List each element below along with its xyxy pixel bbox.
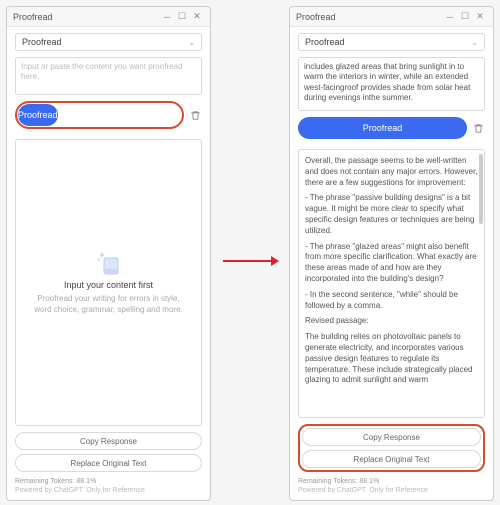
input-textarea[interactable]: Input or paste the content you want proo…: [15, 57, 202, 95]
proofread-button[interactable]: Proofread: [18, 104, 58, 126]
tokens-label: Remaining Tokens: 88.1%: [298, 478, 485, 485]
copy-response-button[interactable]: Copy Response: [15, 432, 202, 450]
highlight-box: Copy Response Replace Original Text: [298, 424, 485, 472]
output-line: - The phrase "passive building designs" …: [305, 193, 478, 236]
titlebar: Proofread ─ ☐ ✕: [7, 7, 210, 27]
powered-label: Powered by ChatGPT. Only for Reference: [15, 487, 202, 494]
titlebar: Proofread ─ ☐ ✕: [290, 7, 493, 27]
panel-after: Proofread ─ ☐ ✕ Proofread ⌄ includes gla…: [289, 6, 494, 501]
input-text: includes glazed areas that bring sunligh…: [304, 62, 470, 102]
result-area[interactable]: Overall, the passage seems to be well-wr…: [298, 149, 485, 418]
proofread-button[interactable]: Proofread: [298, 117, 467, 139]
minimize-icon[interactable]: ─: [160, 10, 174, 24]
scrollbar[interactable]: [479, 154, 483, 224]
window-title: Proofread: [296, 12, 336, 22]
output-line: Overall, the passage seems to be well-wr…: [305, 156, 478, 188]
window-title: Proofread: [13, 12, 53, 22]
panel-before: Proofread ─ ☐ ✕ Proofread ⌄ Input or pas…: [6, 6, 211, 501]
empty-state-icon: [94, 250, 124, 276]
powered-label: Powered by ChatGPT. Only for Reference: [298, 487, 485, 494]
output-line: - The phrase "glazed areas" might also b…: [305, 242, 478, 285]
trash-icon[interactable]: [188, 108, 202, 122]
input-textarea[interactable]: includes glazed areas that bring sunligh…: [298, 57, 485, 111]
chevron-down-icon: ⌄: [471, 38, 478, 47]
dropdown-selected: Proofread: [22, 37, 62, 47]
arrow-icon: [223, 255, 279, 267]
minimize-icon[interactable]: ─: [443, 10, 457, 24]
output-line: - In the second sentence, "while" should…: [305, 290, 478, 312]
output-line: Revised passage:: [305, 316, 478, 327]
copy-response-button[interactable]: Copy Response: [302, 428, 481, 446]
empty-subtitle: Proofread your writing for errors in sty…: [22, 294, 195, 315]
trash-icon[interactable]: [471, 121, 485, 135]
output-line: The building relies on photovoltaic pane…: [305, 332, 478, 386]
empty-title: Input your content first: [64, 279, 153, 291]
dropdown-selected: Proofread: [305, 37, 345, 47]
maximize-icon[interactable]: ☐: [458, 10, 472, 24]
mode-dropdown[interactable]: Proofread ⌄: [15, 33, 202, 51]
chevron-down-icon: ⌄: [188, 38, 195, 47]
close-icon[interactable]: ✕: [190, 10, 204, 24]
replace-text-button[interactable]: Replace Original Text: [302, 450, 481, 468]
tokens-label: Remaining Tokens: 88.1%: [15, 478, 202, 485]
highlight-box: Proofread: [15, 101, 184, 129]
close-icon[interactable]: ✕: [473, 10, 487, 24]
replace-text-button[interactable]: Replace Original Text: [15, 454, 202, 472]
result-area: Input your content first Proofread your …: [15, 139, 202, 426]
mode-dropdown[interactable]: Proofread ⌄: [298, 33, 485, 51]
placeholder-text: Input or paste the content you want proo…: [21, 62, 182, 81]
maximize-icon[interactable]: ☐: [175, 10, 189, 24]
